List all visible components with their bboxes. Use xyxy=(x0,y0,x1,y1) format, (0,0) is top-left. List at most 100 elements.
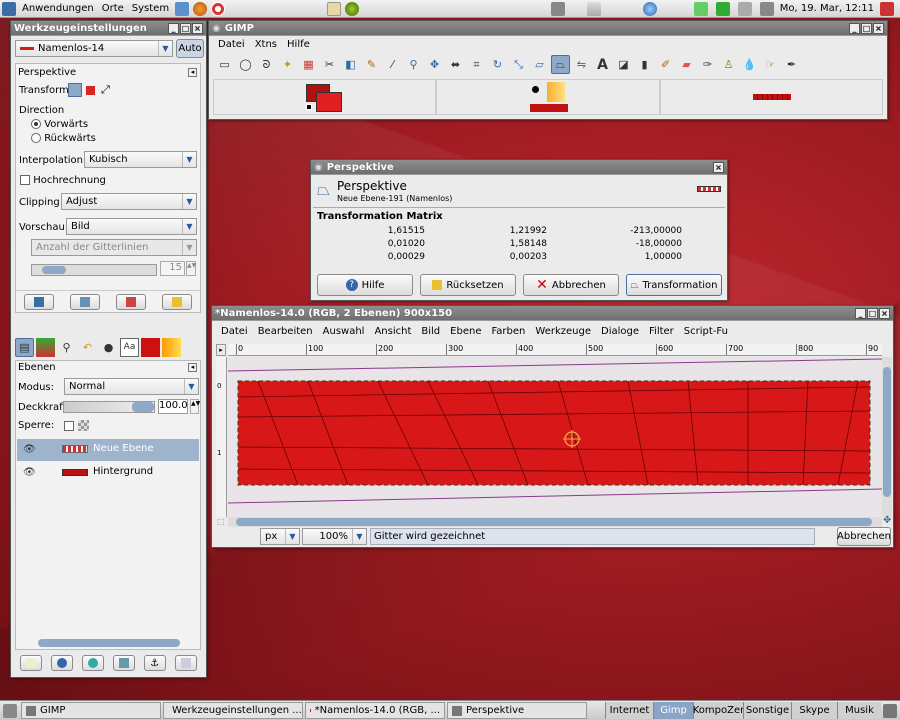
unit-select[interactable]: px ▼ xyxy=(260,528,300,545)
image-menu-item[interactable]: Bearbeiten xyxy=(253,326,318,337)
cancel-progress-button[interactable]: Abbrechen xyxy=(837,527,891,546)
image-canvas[interactable] xyxy=(228,357,882,517)
image-menu-item[interactable]: Auswahl xyxy=(318,326,370,337)
logout-icon[interactable] xyxy=(880,1,894,16)
workspace-musik[interactable]: Musik xyxy=(837,701,881,719)
slider-thumb[interactable] xyxy=(42,266,66,274)
horizontal-scrollbar[interactable] xyxy=(228,517,882,527)
background-color[interactable] xyxy=(316,92,342,112)
maximize-button[interactable]: □ xyxy=(867,307,878,319)
pattern-preview[interactable] xyxy=(547,82,566,102)
grid-type-select[interactable]: Anzahl der Gitterlinien ▼ xyxy=(31,239,197,256)
vertical-scrollbar[interactable] xyxy=(882,357,892,517)
grid-lines-field[interactable]: 15 xyxy=(160,261,185,276)
mode-select[interactable]: Normal ▼ xyxy=(64,378,199,395)
brush-preview[interactable] xyxy=(532,86,540,93)
menu-arrow-button[interactable]: ▸ xyxy=(216,344,226,356)
tab-layers[interactable]: ▤ xyxy=(15,337,34,357)
rotate-tool-icon[interactable]: ↻ xyxy=(488,55,507,74)
auto-button[interactable]: Auto xyxy=(176,39,204,58)
minimize-button[interactable]: _ xyxy=(168,22,179,34)
menu-orte[interactable]: Orte xyxy=(98,3,128,14)
anchor-layer-button[interactable]: ⚓ xyxy=(143,655,166,671)
perspective-tool-icon[interactable]: ⏢ xyxy=(551,55,570,74)
close-button[interactable]: × xyxy=(873,22,884,34)
spin-buttons[interactable]: ▲▼ xyxy=(186,261,196,276)
vscroll-thumb[interactable] xyxy=(883,367,891,497)
flip-tool-icon[interactable]: ⇋ xyxy=(572,55,591,74)
help-button[interactable]: ? Hilfe xyxy=(317,274,413,296)
show-desktop-icon[interactable] xyxy=(3,703,17,718)
menu-hilfe[interactable]: Hilfe xyxy=(282,39,315,50)
image-menu-item[interactable]: Filter xyxy=(644,326,679,337)
paths-tool-icon[interactable]: ✎ xyxy=(362,55,381,74)
transform-layer-icon[interactable] xyxy=(68,83,82,97)
help-launcher-icon[interactable] xyxy=(211,1,226,16)
image-titlebar[interactable]: *Namenlos-14.0 (RGB, 2 Ebenen) 900x150 _… xyxy=(212,306,893,321)
menu-xtns[interactable]: Xtns xyxy=(250,39,282,50)
lock-pixels-checkbox[interactable] xyxy=(64,421,74,431)
image-menu-item[interactable]: Dialoge xyxy=(596,326,644,337)
tab-channels[interactable] xyxy=(36,337,55,357)
eye-icon[interactable]: 👁 xyxy=(23,467,36,478)
scale-tool-icon[interactable]: ⤡ xyxy=(509,55,528,74)
tab-brushes[interactable]: ● xyxy=(99,338,118,357)
close-button[interactable]: × xyxy=(192,22,203,34)
clock[interactable]: Mo, 19. Mar, 12:11 xyxy=(780,3,874,14)
direction-backward[interactable]: Rückwärts xyxy=(31,133,96,144)
raise-layer-button[interactable] xyxy=(50,655,73,671)
image-menu-item[interactable]: Werkzeuge xyxy=(530,326,596,337)
delete-options-button[interactable] xyxy=(116,293,146,310)
interpolation-select[interactable]: Kubisch ▼ xyxy=(84,151,197,168)
network-status-icon[interactable] xyxy=(737,1,752,16)
task-gimp[interactable]: GIMP xyxy=(21,702,161,719)
horizontal-ruler[interactable]: 0 100 200 300 400 500 600 700 800 90 xyxy=(228,344,882,356)
cancel-button[interactable]: ✕ Abbrechen xyxy=(523,274,619,296)
network-icon[interactable] xyxy=(643,1,658,16)
direction-forward[interactable]: Vorwärts xyxy=(31,119,88,130)
terminal-launcher-icon[interactable] xyxy=(175,1,190,16)
menu-system[interactable]: System xyxy=(128,3,173,14)
layer-row[interactable]: 👁 Hintergrund xyxy=(17,462,199,484)
task-image-window[interactable]: *Namenlos-14.0 (RGB, ... xyxy=(305,702,445,719)
tab-gradients[interactable] xyxy=(162,337,181,357)
home-folder-icon[interactable] xyxy=(587,1,602,16)
workspace-sonstige[interactable]: Sonstige xyxy=(743,701,791,719)
layer-row[interactable]: 👁 Neue Ebene xyxy=(17,439,199,461)
default-colors-icon[interactable] xyxy=(306,104,312,110)
active-image-thumb[interactable] xyxy=(752,94,791,100)
maximize-button[interactable]: □ xyxy=(180,22,191,34)
image-menu-item[interactable]: Bild xyxy=(416,326,445,337)
image-area[interactable] xyxy=(659,79,883,115)
zoom-tool-icon[interactable]: ⚲ xyxy=(404,55,423,74)
workspace-gimp[interactable]: Gimp xyxy=(653,701,693,719)
transform-selection-icon[interactable] xyxy=(86,86,95,95)
navigate-icon[interactable]: ✥ xyxy=(883,515,891,526)
image-menu-item[interactable]: Script-Fu xyxy=(679,326,733,337)
ellipse-select-tool-icon[interactable]: ◯ xyxy=(236,55,255,74)
maximize-button[interactable]: □ xyxy=(861,22,872,34)
delete-layer-button[interactable] xyxy=(174,655,197,671)
rect-select-tool-icon[interactable]: ▭ xyxy=(215,55,234,74)
app-launcher-icon[interactable] xyxy=(345,1,360,16)
crop-tool-icon[interactable]: ⌗ xyxy=(467,55,486,74)
perspective-titlebar[interactable]: ◉ Perspektive × xyxy=(311,160,727,175)
tab-undo[interactable]: ↶ xyxy=(78,338,97,357)
updates-icon[interactable] xyxy=(715,1,730,16)
zoom-select[interactable]: 100% ▼ xyxy=(302,528,367,545)
tab-patterns[interactable] xyxy=(141,337,160,357)
transform-path-icon[interactable]: ⤢ xyxy=(101,83,110,97)
image-selector[interactable]: Namenlos-14 ▼ xyxy=(15,40,173,57)
restore-options-button[interactable] xyxy=(70,293,100,310)
tab-paths[interactable]: ⚲ xyxy=(57,338,76,357)
task-perspective[interactable]: Perspektive xyxy=(447,702,587,719)
quickmask-toggle[interactable]: ⬚ xyxy=(217,517,225,526)
eraser-tool-icon[interactable]: ▰ xyxy=(677,55,696,74)
align-tool-icon[interactable]: ⬌ xyxy=(446,55,465,74)
task-tool-options[interactable]: Werkzeugeinstellungen ... xyxy=(163,702,303,719)
image-menu-item[interactable]: Farben xyxy=(486,326,530,337)
dodge-tool-icon[interactable]: ✒ xyxy=(782,55,801,74)
clipping-select[interactable]: Adjust ▼ xyxy=(61,193,197,210)
close-button[interactable]: × xyxy=(713,161,724,173)
calculator-launcher-icon[interactable] xyxy=(551,1,566,16)
